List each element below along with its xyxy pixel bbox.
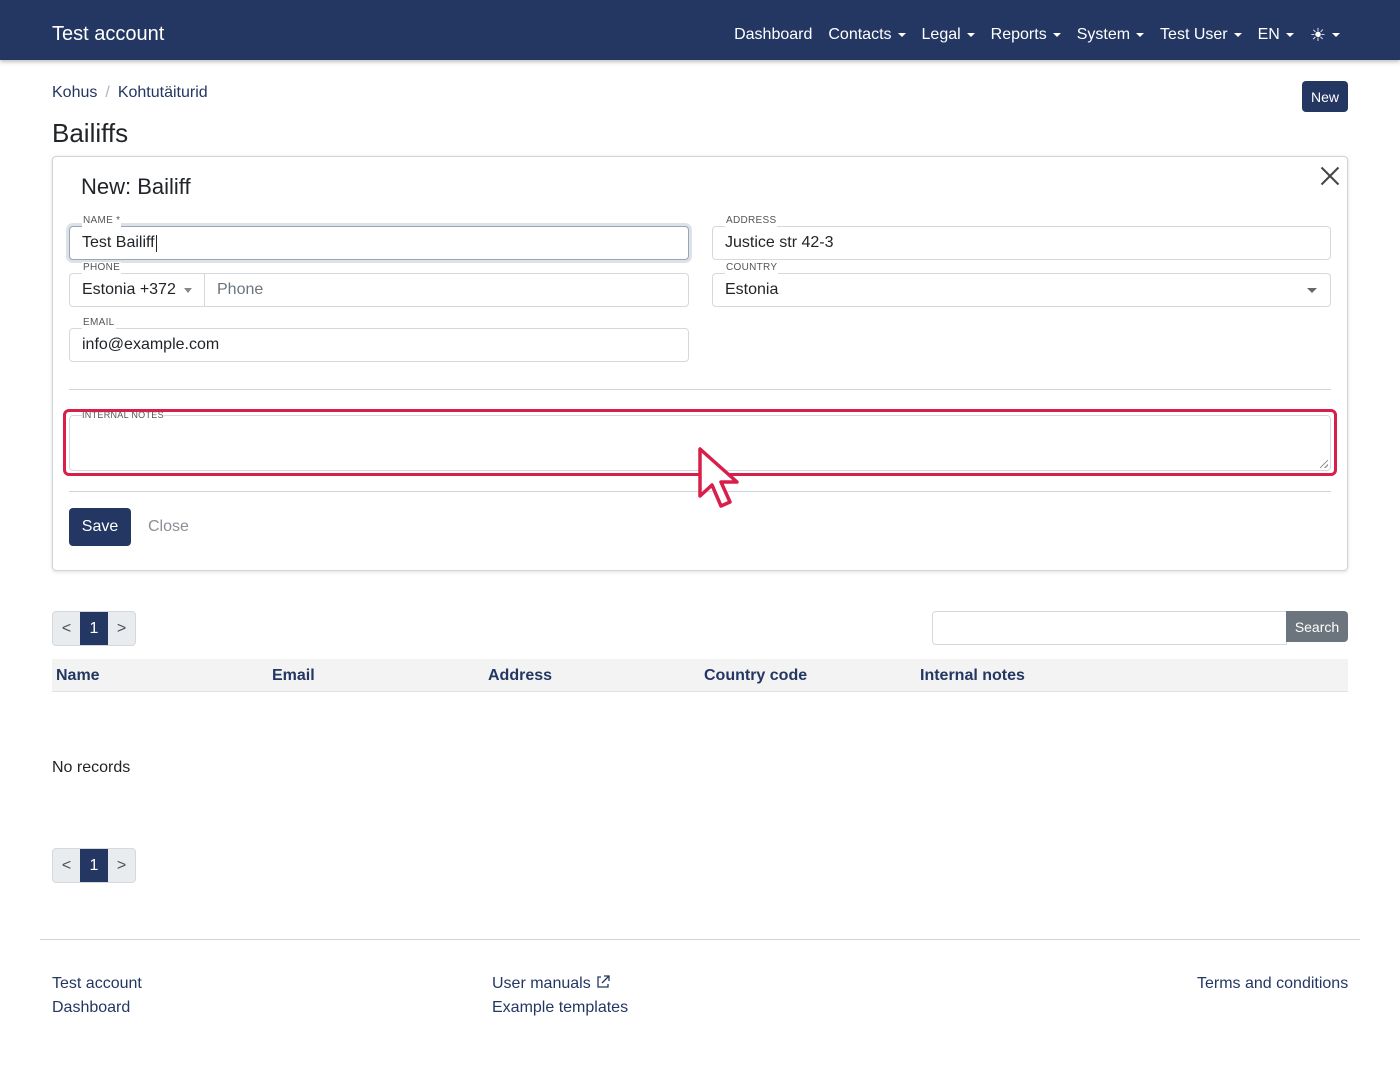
column-header-name[interactable]: Name xyxy=(56,666,100,686)
text-cursor xyxy=(155,234,157,252)
email-input[interactable]: info@example.com xyxy=(69,328,689,362)
country-label: COUNTRY xyxy=(725,262,779,274)
phone-country-select[interactable]: Estonia +372 xyxy=(70,274,205,306)
prev-page-button[interactable]: < xyxy=(53,612,80,645)
caret-down-icon xyxy=(1285,33,1294,37)
nav-dashboard-label: Dashboard xyxy=(734,26,813,43)
new-button[interactable]: New xyxy=(1302,81,1348,112)
phone-country-value: Estonia +372 xyxy=(82,281,176,298)
search-input[interactable] xyxy=(932,611,1287,645)
nav-contacts-label: Contacts xyxy=(828,26,892,43)
footer-test-account-link[interactable]: Test account xyxy=(52,974,142,994)
footer-terms-link[interactable]: Terms and conditions xyxy=(1197,974,1348,994)
current-page[interactable]: 1 xyxy=(80,612,108,645)
name-label: NAME * xyxy=(82,215,122,227)
caret-down-icon xyxy=(1233,33,1242,37)
nav-theme-dropdown[interactable]: ☀ xyxy=(1310,24,1340,46)
email-field: info@example.com EMAIL xyxy=(69,317,689,362)
column-header-address[interactable]: Address xyxy=(488,666,552,686)
nav-contacts-dropdown[interactable]: Contacts xyxy=(828,24,906,46)
email-label: EMAIL xyxy=(82,317,116,329)
email-input-value: info@example.com xyxy=(82,336,220,353)
close-button[interactable]: Close xyxy=(148,517,189,537)
address-input[interactable]: Justice str 42-3 xyxy=(712,226,1331,260)
brand-link[interactable]: Test account xyxy=(52,22,164,46)
next-page-button[interactable]: > xyxy=(108,612,135,645)
footer-user-manuals-link[interactable]: User manuals xyxy=(492,974,611,994)
nav-legal-dropdown[interactable]: Legal xyxy=(922,24,975,46)
top-navbar: Test account Dashboard Contacts Legal Re… xyxy=(0,0,1400,60)
search-button[interactable]: Search xyxy=(1286,611,1348,642)
breadcrumb-separator: / xyxy=(105,84,110,101)
breadcrumb: Kohus / Kohtutäiturid xyxy=(52,83,208,103)
external-link-icon xyxy=(597,975,610,988)
nav-legal-label: Legal xyxy=(921,26,961,43)
form-title: New: Bailiff xyxy=(81,174,191,199)
nav-system-dropdown[interactable]: System xyxy=(1076,24,1145,46)
caret-down-icon xyxy=(1136,33,1145,37)
breadcrumb-kohtutaiturid[interactable]: Kohtutäiturid xyxy=(118,83,208,103)
caret-down-icon xyxy=(1332,33,1340,37)
phone-field: Estonia +372 Phone PHONE xyxy=(69,262,689,307)
column-header-internal-notes[interactable]: Internal notes xyxy=(920,666,1025,686)
close-icon[interactable] xyxy=(1319,165,1341,187)
sun-icon: ☀ xyxy=(1309,25,1326,45)
address-label: ADDRESS xyxy=(725,215,778,227)
name-input-value: Test Bailiff xyxy=(82,234,155,251)
phone-placeholder: Phone xyxy=(217,281,264,298)
phone-group: Estonia +372 Phone xyxy=(69,273,689,307)
nav-dashboard[interactable]: Dashboard xyxy=(734,24,812,46)
country-field: Estonia COUNTRY xyxy=(712,262,1331,307)
name-field: Test Bailiff NAME * xyxy=(69,215,689,260)
pagination-top: < 1 > xyxy=(52,611,136,646)
address-field: Justice str 42-3 ADDRESS xyxy=(712,215,1331,260)
caret-down-icon xyxy=(1052,33,1061,37)
chevron-down-icon xyxy=(183,287,192,293)
save-button[interactable]: Save xyxy=(69,508,131,546)
no-records-text: No records xyxy=(52,759,131,776)
footer-dashboard-link[interactable]: Dashboard xyxy=(52,998,130,1018)
caret-down-icon xyxy=(966,33,975,37)
caret-down-icon xyxy=(897,33,906,37)
phone-input[interactable]: Phone xyxy=(205,274,688,306)
footer-divider xyxy=(40,939,1360,940)
nav-reports-label: Reports xyxy=(990,26,1047,43)
footer-example-templates-link[interactable]: Example templates xyxy=(492,998,628,1018)
table-header: Name Email Address Country code Internal… xyxy=(52,659,1348,692)
nav-menu: Dashboard Contacts Legal Reports System … xyxy=(734,24,1340,46)
country-select[interactable]: Estonia xyxy=(712,273,1331,307)
nav-user-dropdown[interactable]: Test User xyxy=(1160,24,1242,46)
pagination-bottom: < 1 > xyxy=(52,848,136,883)
breadcrumb-kohus[interactable]: Kohus xyxy=(52,83,97,103)
name-input[interactable]: Test Bailiff xyxy=(69,226,689,260)
nav-reports-dropdown[interactable]: Reports xyxy=(991,24,1061,46)
page-title: Bailiffs xyxy=(52,118,129,148)
mouse-pointer-icon xyxy=(698,447,739,508)
nav-user-label: Test User xyxy=(1160,26,1228,43)
current-page[interactable]: 1 xyxy=(80,849,108,882)
column-header-country-code[interactable]: Country code xyxy=(704,666,807,686)
chevron-down-icon xyxy=(1307,288,1317,293)
country-select-value: Estonia xyxy=(725,281,779,298)
address-input-value: Justice str 42-3 xyxy=(725,234,834,251)
next-page-button[interactable]: > xyxy=(108,849,135,882)
column-header-email[interactable]: Email xyxy=(272,666,315,686)
prev-page-button[interactable]: < xyxy=(53,849,80,882)
phone-label: PHONE xyxy=(82,262,122,274)
footer-user-manuals-label: User manuals xyxy=(492,975,591,992)
divider xyxy=(69,389,1331,390)
nav-language-label: EN xyxy=(1257,26,1280,43)
nav-system-label: System xyxy=(1076,26,1131,43)
nav-language-dropdown[interactable]: EN xyxy=(1258,24,1294,46)
